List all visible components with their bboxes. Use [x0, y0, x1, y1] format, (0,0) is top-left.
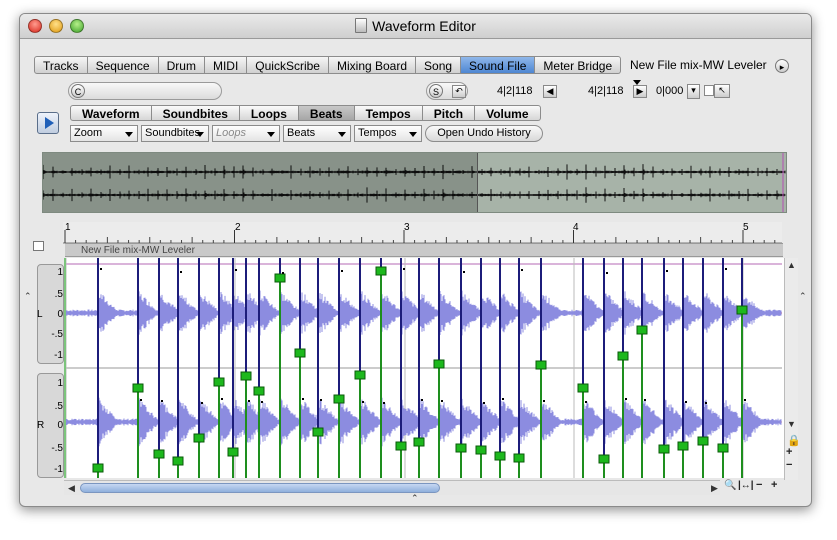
waveform-display[interactable] — [64, 258, 784, 478]
open-undo-history-button[interactable]: Open Undo History — [425, 125, 543, 142]
magnifier-icon[interactable] — [33, 241, 44, 251]
tab-drum[interactable]: Drum — [158, 56, 205, 74]
file-selector-label: New File mix-MW Leveler — [630, 58, 767, 72]
left-channel-panel: 1 .5 0 -.5 -1 L — [37, 264, 64, 364]
main-tabs: Tracks Sequence Drum MIDI QuickScribe Mi… — [34, 56, 622, 74]
loops-dropdown[interactable]: Loops — [212, 125, 280, 142]
file-selector[interactable]: New File mix-MW Leveler — [627, 56, 767, 85]
vertical-zoom-in-button[interactable]: + — [786, 446, 792, 458]
ruler-bar-1: 1 — [65, 222, 71, 233]
track-name-bar: New File mix-MW Leveler — [65, 243, 783, 257]
s-button[interactable]: S — [429, 84, 443, 98]
subtab-waveform[interactable]: Waveform — [70, 105, 152, 121]
chevron-down-icon — [125, 132, 133, 137]
scroll-down-icon[interactable]: ▼ — [787, 419, 796, 429]
right-tick-half: .5 — [54, 401, 63, 412]
fit-width-icon[interactable]: |↔| — [738, 480, 754, 491]
right-collapse-icon[interactable]: ⌃ — [799, 291, 807, 302]
horizontal-zoom-out-button[interactable]: − — [756, 479, 762, 491]
left-tick-half: .5 — [54, 289, 63, 300]
right-tick-neg-1: -1 — [54, 464, 63, 475]
waveform-overview[interactable] — [42, 152, 787, 213]
soundbites-dropdown[interactable]: Soundbites — [141, 125, 209, 142]
vertical-scrollbar[interactable]: ▲ ▼ 🔒 + − — [784, 258, 801, 480]
ruler-bar-2: 2 — [235, 222, 241, 233]
horizontal-scroll-thumb[interactable] — [80, 483, 440, 493]
subtab-beats[interactable]: Beats — [298, 105, 355, 121]
right-arrow-icon[interactable]: ▶ — [633, 85, 647, 98]
bar-ruler[interactable]: 1 2 3 4 5 — [63, 222, 782, 244]
play-circle-icon[interactable]: ▸ — [775, 59, 789, 73]
right-channel-panel: 1 .5 0 -.5 -1 R — [37, 373, 64, 478]
left-tick-neg-1: -1 — [54, 350, 63, 361]
scroll-up-icon[interactable]: ▲ — [787, 260, 796, 270]
position-end[interactable]: 4|2|118 — [588, 85, 624, 97]
right-channel-label: R — [37, 420, 45, 431]
scroll-left-icon[interactable]: ◀ — [68, 483, 75, 494]
ruler-ticks — [63, 230, 782, 244]
ruler-bar-3: 3 — [404, 222, 410, 233]
ruler-bar-4: 4 — [573, 222, 579, 233]
window-title: Waveform Editor — [372, 18, 476, 34]
zoom-dropdown-label: Zoom — [74, 127, 103, 139]
position-start[interactable]: 4|2|118 — [497, 85, 533, 97]
ruler-bar-5: 5 — [743, 222, 749, 233]
beats-dropdown[interactable]: Beats — [283, 125, 351, 142]
bottom-collapse-icon[interactable]: ⌃ — [411, 493, 419, 504]
tab-tracks[interactable]: Tracks — [34, 56, 88, 74]
position-dropdown-icon[interactable]: ▾ — [687, 84, 700, 99]
undo-arrow-icon[interactable]: ↶ — [452, 85, 466, 98]
title-bar: Waveform Editor — [20, 14, 811, 39]
tempos-dropdown[interactable]: Tempos — [354, 125, 422, 142]
tab-sound-file[interactable]: Sound File — [461, 56, 536, 74]
subtab-tempos[interactable]: Tempos — [354, 105, 423, 121]
waveform-canvas — [66, 258, 782, 478]
tab-meter-bridge[interactable]: Meter Bridge — [535, 56, 622, 74]
beats-dropdown-label: Beats — [287, 127, 316, 139]
zoom-dropdown[interactable]: Zoom — [70, 125, 138, 142]
left-tick-1: 1 — [57, 267, 63, 278]
left-collapse-icon[interactable]: ⌃ — [24, 291, 32, 302]
tempos-dropdown-label: Tempos — [358, 127, 397, 139]
document-icon — [355, 18, 368, 33]
tab-midi[interactable]: MIDI — [204, 56, 248, 74]
vertical-zoom-out-button[interactable]: − — [786, 459, 792, 471]
chevron-down-icon — [267, 132, 275, 137]
sub-tabs: Waveform Soundbites Loops Beats Tempos P… — [70, 105, 541, 121]
window-title-container: Waveform Editor — [20, 14, 811, 38]
left-channel-label: L — [37, 309, 43, 320]
left-arrow-icon[interactable]: ◀ — [543, 85, 557, 98]
tab-song[interactable]: Song — [416, 56, 462, 74]
checkbox[interactable] — [704, 85, 714, 96]
play-button[interactable] — [37, 112, 59, 134]
soundbites-dropdown-label: Soundbites — [145, 127, 201, 139]
right-tick-1: 1 — [57, 378, 63, 389]
subtab-soundbites[interactable]: Soundbites — [151, 105, 240, 121]
tab-sequence[interactable]: Sequence — [87, 56, 159, 74]
horizontal-zoom-in-button[interactable]: + — [771, 479, 777, 491]
right-tick-neg-half: -.5 — [51, 443, 63, 454]
left-tick-neg-half: -.5 — [51, 329, 63, 340]
waveform-editor-window: Waveform Editor Tracks Sequence Drum MID… — [19, 13, 812, 507]
zoom-search-icon[interactable]: 🔍 — [724, 480, 736, 491]
overview-selection[interactable] — [43, 153, 478, 212]
subtab-loops[interactable]: Loops — [239, 105, 299, 121]
loops-dropdown-label: Loops — [216, 127, 246, 139]
tab-mixing-board[interactable]: Mixing Board — [328, 56, 417, 74]
scroll-right-icon[interactable]: ▶ — [711, 483, 718, 494]
tab-quickscribe[interactable]: QuickScribe — [247, 56, 329, 74]
subtab-volume[interactable]: Volume — [475, 105, 541, 121]
horizontal-scrollbar[interactable]: ◀ ▶ — [64, 480, 720, 495]
position-extra[interactable]: 0|000 — [656, 85, 683, 97]
chevron-down-icon — [409, 132, 417, 137]
c-button[interactable]: C — [71, 84, 85, 98]
chevron-down-icon — [196, 132, 204, 137]
subtab-pitch[interactable]: Pitch — [422, 105, 476, 121]
pointer-tool-icon[interactable]: ↖ — [714, 84, 730, 98]
c-field[interactable]: C — [68, 82, 222, 100]
chevron-down-icon — [338, 132, 346, 137]
